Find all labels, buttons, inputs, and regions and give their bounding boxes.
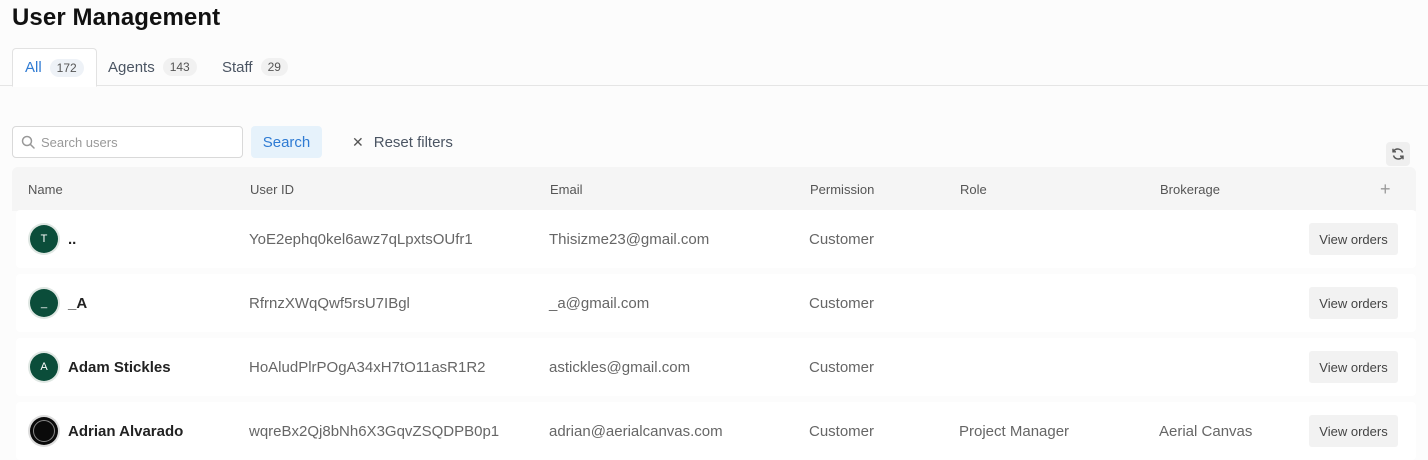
search-button[interactable]: Search (251, 126, 322, 158)
user-name: .. (68, 230, 77, 248)
plus-icon[interactable]: + (1380, 167, 1391, 211)
user-permission: Customer (809, 294, 875, 312)
user-brokerage: Aerial Canvas (1159, 422, 1253, 440)
tab-count-badge: 172 (49, 58, 84, 77)
tab-count-badge: 29 (260, 58, 288, 76)
user-id: RfrnzXWqQwf5rsU7IBgl (249, 294, 410, 312)
table-header: Name User ID Email Permission Role Broke… (12, 167, 1416, 211)
page-title: User Management (12, 4, 221, 31)
refresh-icon (1392, 148, 1404, 160)
search-input[interactable] (41, 134, 231, 150)
user-permission: Customer (809, 422, 875, 440)
search-field[interactable] (12, 126, 243, 158)
tab-label: All (25, 59, 42, 76)
tab-staff[interactable]: Staff 29 (210, 48, 300, 86)
user-role: Project Manager (959, 422, 1070, 440)
avatar: T (30, 225, 58, 253)
avatar: A (30, 353, 58, 381)
tab-count-badge: 143 (162, 58, 197, 76)
tab-bar: All 172 Agents 143 Staff 29 (0, 48, 1428, 87)
avatar: _ (30, 289, 58, 317)
avatar (30, 417, 58, 445)
user-email: astickles@gmail.com (549, 358, 691, 376)
view-orders-button[interactable]: View orders (1309, 415, 1398, 447)
table-row[interactable]: A Adam Stickles HoAludPlrPOgA34xH7tO11as… (16, 338, 1416, 396)
tab-label: Agents (108, 58, 155, 76)
column-header-brokerage[interactable]: Brokerage (1160, 167, 1220, 211)
search-icon (21, 135, 35, 149)
user-id: wqreBx2Qj8bNh6X3GqvZSQDPB0p1 (249, 422, 500, 440)
tab-label: Staff (222, 58, 253, 76)
tab-all[interactable]: All 172 (12, 48, 97, 87)
user-name: _A (68, 294, 88, 312)
user-name: Adrian Alvarado (68, 422, 184, 440)
table-row[interactable]: Adrian Alvarado wqreBx2Qj8bNh6X3GqvZSQDP… (16, 402, 1416, 460)
user-permission: Customer (809, 230, 875, 248)
view-orders-button[interactable]: View orders (1309, 287, 1398, 319)
user-id: YoE2ephq0kel6awz7qLpxtsOUfr1 (249, 230, 473, 248)
table-row[interactable]: T .. YoE2ephq0kel6awz7qLpxtsOUfr1 Thisiz… (16, 210, 1416, 268)
column-header-name[interactable]: Name (28, 167, 63, 211)
user-name: Adam Stickles (68, 358, 171, 376)
user-email: Thisizme23@gmail.com (549, 230, 710, 248)
user-email: _a@gmail.com (549, 294, 650, 312)
close-icon: ✕ (352, 133, 364, 150)
tab-agents[interactable]: Agents 143 (96, 48, 209, 86)
user-email: adrian@aerialcanvas.com (549, 422, 723, 440)
user-permission: Customer (809, 358, 875, 376)
reset-filters-label: Reset filters (373, 133, 453, 151)
view-orders-button[interactable]: View orders (1309, 223, 1398, 255)
reset-filters-button[interactable]: ✕ Reset filters (352, 126, 453, 158)
refresh-button[interactable] (1386, 142, 1410, 166)
column-header-role[interactable]: Role (960, 167, 987, 211)
column-header-user-id[interactable]: User ID (250, 167, 294, 211)
view-orders-button[interactable]: View orders (1309, 351, 1398, 383)
column-header-email[interactable]: Email (550, 167, 583, 211)
table-row[interactable]: _ _A RfrnzXWqQwf5rsU7IBgl _a@gmail.com C… (16, 274, 1416, 332)
column-header-permission[interactable]: Permission (810, 167, 874, 211)
user-id: HoAludPlrPOgA34xH7tO11asR1R2 (249, 358, 486, 376)
